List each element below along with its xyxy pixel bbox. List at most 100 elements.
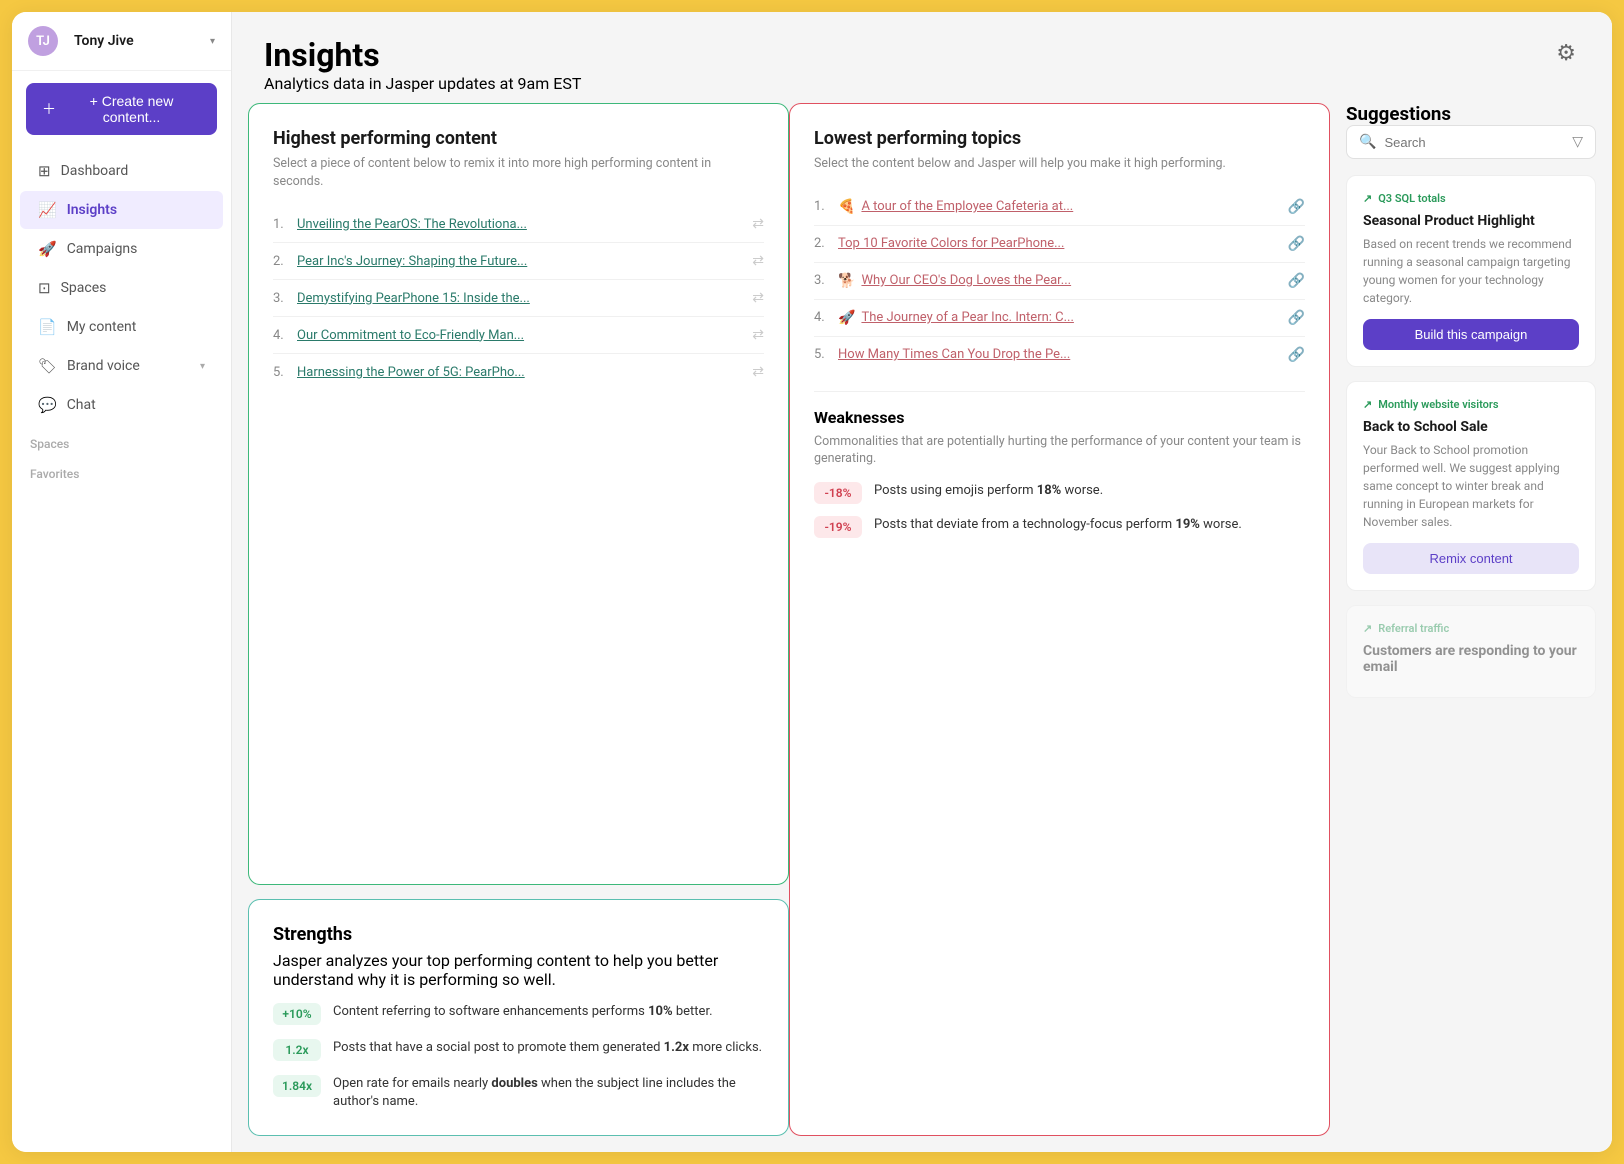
highest-performing-card: Highest performing content Select a piec… — [248, 103, 789, 885]
strength-text: Posts that have a social post to promote… — [333, 1039, 762, 1057]
emoji-icon: 🍕 — [838, 199, 855, 215]
lowest-performing-card: Lowest performing topics Select the cont… — [789, 103, 1330, 1136]
my-content-icon: 📄 — [38, 318, 57, 336]
content-link[interactable]: Harnessing the Power of 5G: PearPho... — [297, 365, 746, 380]
suggestion-card-2: ↗ Monthly website visitors Back to Schoo… — [1346, 381, 1596, 591]
suggestion-title-2: Back to School Sale — [1363, 419, 1579, 435]
page-subtitle: Analytics data in Jasper updates at 9am … — [264, 74, 581, 93]
content-link[interactable]: Demystifying PearPhone 15: Inside the... — [297, 291, 746, 306]
list-item[interactable]: 2. Top 10 Favorite Colors for PearPhone.… — [814, 226, 1305, 263]
weakness-item: -19% Posts that deviate from a technolog… — [814, 516, 1305, 538]
content-link[interactable]: Top 10 Favorite Colors for PearPhone... — [838, 236, 1282, 251]
lowest-card-desc: Select the content below and Jasper will… — [814, 155, 1305, 173]
weaknesses-desc: Commonalities that are potentially hurti… — [814, 433, 1305, 468]
favorites-section-label: Favorites — [12, 455, 231, 485]
strength-item: 1.2x Posts that have a social post to pr… — [273, 1039, 764, 1061]
strengths-card: Strengths Jasper analyzes your top perfo… — [248, 899, 789, 1136]
weaknesses-section: Weaknesses Commonalities that are potent… — [814, 391, 1305, 538]
lowest-card-title: Lowest performing topics — [814, 128, 1305, 149]
page-title: Insights — [264, 36, 581, 74]
brand-voice-icon: 🏷 — [38, 357, 57, 375]
suggestion-tag-3: ↗ Referral traffic — [1363, 622, 1579, 635]
shuffle-icon[interactable]: ⇄ — [752, 216, 764, 232]
suggestion-desc-2: Your Back to School promotion performed … — [1363, 441, 1579, 531]
sidebar-item-spaces[interactable]: ⊡ Spaces — [20, 269, 223, 307]
list-item[interactable]: 4. 🚀 The Journey of a Pear Inc. Intern: … — [814, 300, 1305, 337]
suggestion-desc-1: Based on recent trends we recommend runn… — [1363, 235, 1579, 307]
link-icon[interactable]: 🔗 — [1288, 310, 1305, 326]
spaces-section-label: Spaces — [12, 425, 231, 455]
search-input[interactable] — [1384, 135, 1564, 150]
emoji-icon: 🐕 — [838, 273, 855, 289]
user-header[interactable]: TJ Tony Jive ▾ — [12, 12, 231, 71]
link-icon[interactable]: 🔗 — [1288, 236, 1305, 252]
search-bar: 🔍 ▽ — [1346, 125, 1596, 159]
list-item[interactable]: 1. Unveiling the PearOS: The Revolutiona… — [273, 206, 764, 243]
list-item[interactable]: 2. Pear Inc's Journey: Shaping the Futur… — [273, 243, 764, 280]
dashboard-icon: ⊞ — [38, 162, 51, 180]
settings-button[interactable]: ⚙ — [1552, 36, 1580, 70]
sidebar-item-insights[interactable]: 📈 Insights — [20, 191, 223, 229]
content-link[interactable]: Pear Inc's Journey: Shaping the Future..… — [297, 254, 746, 269]
link-icon[interactable]: 🔗 — [1288, 347, 1305, 363]
chevron-down-icon: ▾ — [210, 36, 215, 47]
content-link[interactable]: Our Commitment to Eco-Friendly Man... — [297, 328, 746, 343]
shuffle-icon[interactable]: ⇄ — [752, 327, 764, 343]
highest-content-list: 1. Unveiling the PearOS: The Revolutiona… — [273, 206, 764, 390]
list-item[interactable]: 1. 🍕 A tour of the Employee Cafeteria at… — [814, 189, 1305, 226]
suggestion-card-1: ↗ Q3 SQL totals Seasonal Product Highlig… — [1346, 175, 1596, 367]
strength-text: Content referring to software enhancemen… — [333, 1003, 713, 1021]
sidebar-item-my-content[interactable]: 📄 My content — [20, 308, 223, 346]
suggestion-tag-2: ↗ Monthly website visitors — [1363, 398, 1579, 411]
brand-voice-chevron: ▾ — [200, 361, 205, 372]
content-link[interactable]: How Many Times Can You Drop the Pe... — [838, 347, 1282, 362]
weaknesses-title: Weaknesses — [814, 408, 1305, 427]
weakness-text: Posts that deviate from a technology-foc… — [874, 516, 1242, 534]
emoji-icon: 🚀 — [838, 310, 855, 326]
content-link[interactable]: A tour of the Employee Cafeteria at... — [861, 199, 1281, 214]
suggestions-title: Suggestions — [1346, 103, 1596, 125]
build-campaign-button[interactable]: Build this campaign — [1363, 319, 1579, 350]
trend-up-icon: ↗ — [1363, 622, 1372, 635]
nav-section: ⊞ Dashboard 📈 Insights 🚀 Campaigns ⊡ Spa… — [12, 147, 231, 1152]
list-item[interactable]: 5. Harnessing the Power of 5G: PearPho..… — [273, 354, 764, 390]
suggestion-card-3: ↗ Referral traffic Customers are respond… — [1346, 605, 1596, 698]
lowest-content-list: 1. 🍕 A tour of the Employee Cafeteria at… — [814, 189, 1305, 373]
shuffle-icon[interactable]: ⇄ — [752, 290, 764, 306]
remix-content-button[interactable]: Remix content — [1363, 543, 1579, 574]
strengths-desc: Jasper analyzes your top performing cont… — [273, 951, 764, 989]
shuffle-icon[interactable]: ⇄ — [752, 253, 764, 269]
strength-item: 1.84x Open rate for emails nearly double… — [273, 1075, 764, 1111]
weakness-badge: -19% — [814, 516, 862, 538]
strength-badge: 1.84x — [273, 1075, 321, 1097]
plus-icon: ＋ — [42, 99, 56, 119]
content-link[interactable]: Why Our CEO's Dog Loves the Pear... — [861, 273, 1281, 288]
content-link[interactable]: Unveiling the PearOS: The Revolutiona... — [297, 217, 746, 232]
link-icon[interactable]: 🔗 — [1288, 273, 1305, 289]
trend-up-icon: ↗ — [1363, 192, 1372, 205]
list-item[interactable]: 3. 🐕 Why Our CEO's Dog Loves the Pear...… — [814, 263, 1305, 300]
sidebar-item-chat[interactable]: 💬 Chat — [20, 386, 223, 424]
sidebar-item-brand-voice[interactable]: 🏷 Brand voice ▾ — [20, 347, 223, 385]
list-item[interactable]: 5. How Many Times Can You Drop the Pe...… — [814, 337, 1305, 373]
link-icon[interactable]: 🔗 — [1288, 199, 1305, 215]
list-item[interactable]: 3. Demystifying PearPhone 15: Inside the… — [273, 280, 764, 317]
list-item[interactable]: 4. Our Commitment to Eco-Friendly Man...… — [273, 317, 764, 354]
suggestion-title-3: Customers are responding to your email — [1363, 643, 1579, 675]
page-header: Insights Analytics data in Jasper update… — [232, 12, 1612, 103]
campaigns-icon: 🚀 — [38, 240, 57, 258]
filter-icon[interactable]: ▽ — [1572, 134, 1583, 150]
content-link[interactable]: The Journey of a Pear Inc. Intern: C... — [861, 310, 1281, 325]
trend-up-icon: ↗ — [1363, 398, 1372, 411]
weakness-text: Posts using emojis perform 18% worse. — [874, 482, 1103, 500]
chat-icon: 💬 — [38, 396, 57, 414]
strengths-title: Strengths — [273, 924, 764, 945]
avatar: TJ — [28, 26, 58, 56]
shuffle-icon[interactable]: ⇄ — [752, 364, 764, 380]
spaces-icon: ⊡ — [38, 279, 51, 297]
create-new-content-button[interactable]: ＋ + Create new content... — [26, 83, 217, 135]
sidebar-item-dashboard[interactable]: ⊞ Dashboard — [20, 152, 223, 190]
sidebar-item-campaigns[interactable]: 🚀 Campaigns — [20, 230, 223, 268]
suggestion-tag-1: ↗ Q3 SQL totals — [1363, 192, 1579, 205]
suggestions-panel: Suggestions 🔍 ▽ ↗ Q3 SQL totals Seasonal… — [1346, 103, 1596, 1136]
